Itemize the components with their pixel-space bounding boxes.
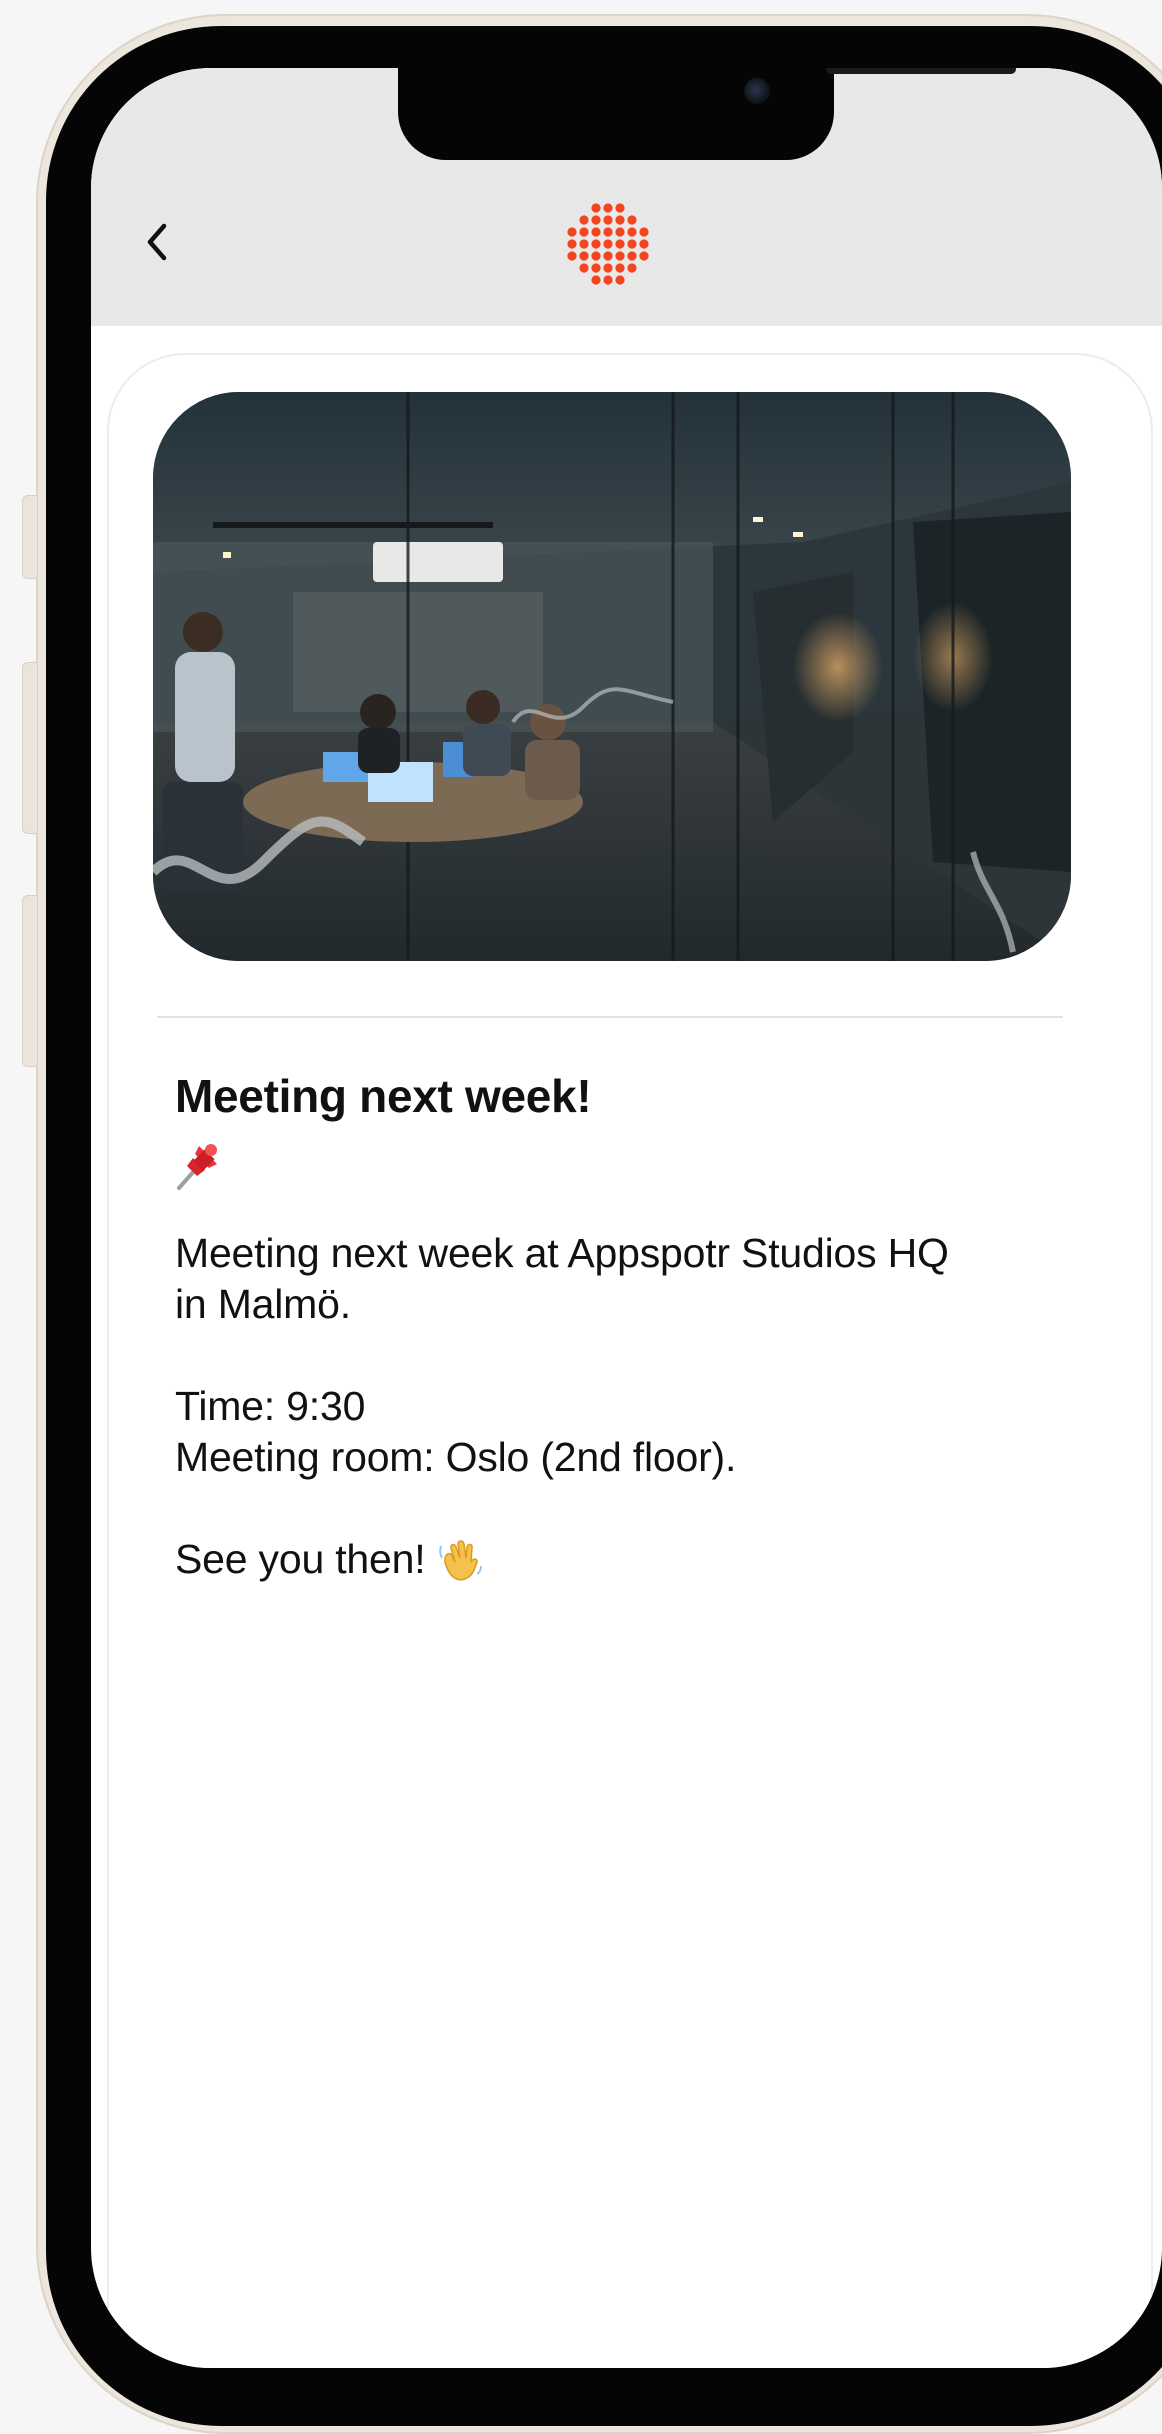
volume-up-button <box>22 662 38 834</box>
camera-icon <box>744 78 770 104</box>
logo-dot <box>627 239 637 249</box>
meeting-room-photo <box>153 392 1071 961</box>
volume-down-button <box>22 895 38 1067</box>
pushpin-icon <box>175 1138 1075 1192</box>
logo-dot <box>627 227 637 237</box>
mute-switch <box>22 495 38 579</box>
back-button[interactable] <box>135 220 179 264</box>
logo-dot <box>579 239 589 249</box>
logo-dot <box>627 251 637 261</box>
logo-dot <box>639 227 649 237</box>
logo-dot <box>567 227 577 237</box>
logo-dot <box>603 275 613 285</box>
post-body: Meeting next week at Appspotr Studios HQ… <box>175 1230 949 1480</box>
logo-dot <box>615 203 625 213</box>
waving-hand-icon <box>439 1539 483 1580</box>
chevron-left-icon <box>147 223 167 261</box>
logo-dot <box>615 215 625 225</box>
logo-dot <box>579 263 589 273</box>
logo-dot <box>579 251 589 261</box>
divider <box>157 1016 1063 1018</box>
logo-dot <box>579 215 589 225</box>
logo-dot <box>639 239 649 249</box>
post-content: Meeting next week! Meeting next week at … <box>175 1068 1075 1585</box>
screen: Meeting next week! Meeting next week at … <box>91 68 1162 2368</box>
dotted-sun-logo <box>567 203 649 285</box>
logo-dot <box>627 263 637 273</box>
logo-dot <box>591 251 601 261</box>
logo-dot <box>603 227 613 237</box>
logo-dot <box>603 203 613 213</box>
notch <box>398 68 1016 160</box>
logo-dot <box>615 251 625 261</box>
logo-dot <box>591 203 601 213</box>
post-signoff: See you then! <box>175 1534 1075 1585</box>
logo-dot <box>615 263 625 273</box>
logo-dot <box>627 215 637 225</box>
logo-dot <box>603 215 613 225</box>
speaker-grille <box>826 68 1016 74</box>
logo-dot <box>567 239 577 249</box>
logo-dot <box>603 251 613 261</box>
logo-dot <box>591 263 601 273</box>
logo-dot <box>615 239 625 249</box>
logo-dot <box>615 275 625 285</box>
logo-dot <box>603 239 613 249</box>
logo-dot <box>615 227 625 237</box>
logo-dot <box>579 227 589 237</box>
top-bar <box>91 68 1162 326</box>
logo-dot <box>591 239 601 249</box>
post-title: Meeting next week! <box>175 1070 592 1122</box>
logo-dot <box>639 251 649 261</box>
logo-dot <box>603 263 613 273</box>
logo-dot <box>591 275 601 285</box>
logo-dot <box>567 251 577 261</box>
logo-dot <box>591 227 601 237</box>
signoff-text: See you then! <box>175 1536 426 1582</box>
logo-dot <box>591 215 601 225</box>
